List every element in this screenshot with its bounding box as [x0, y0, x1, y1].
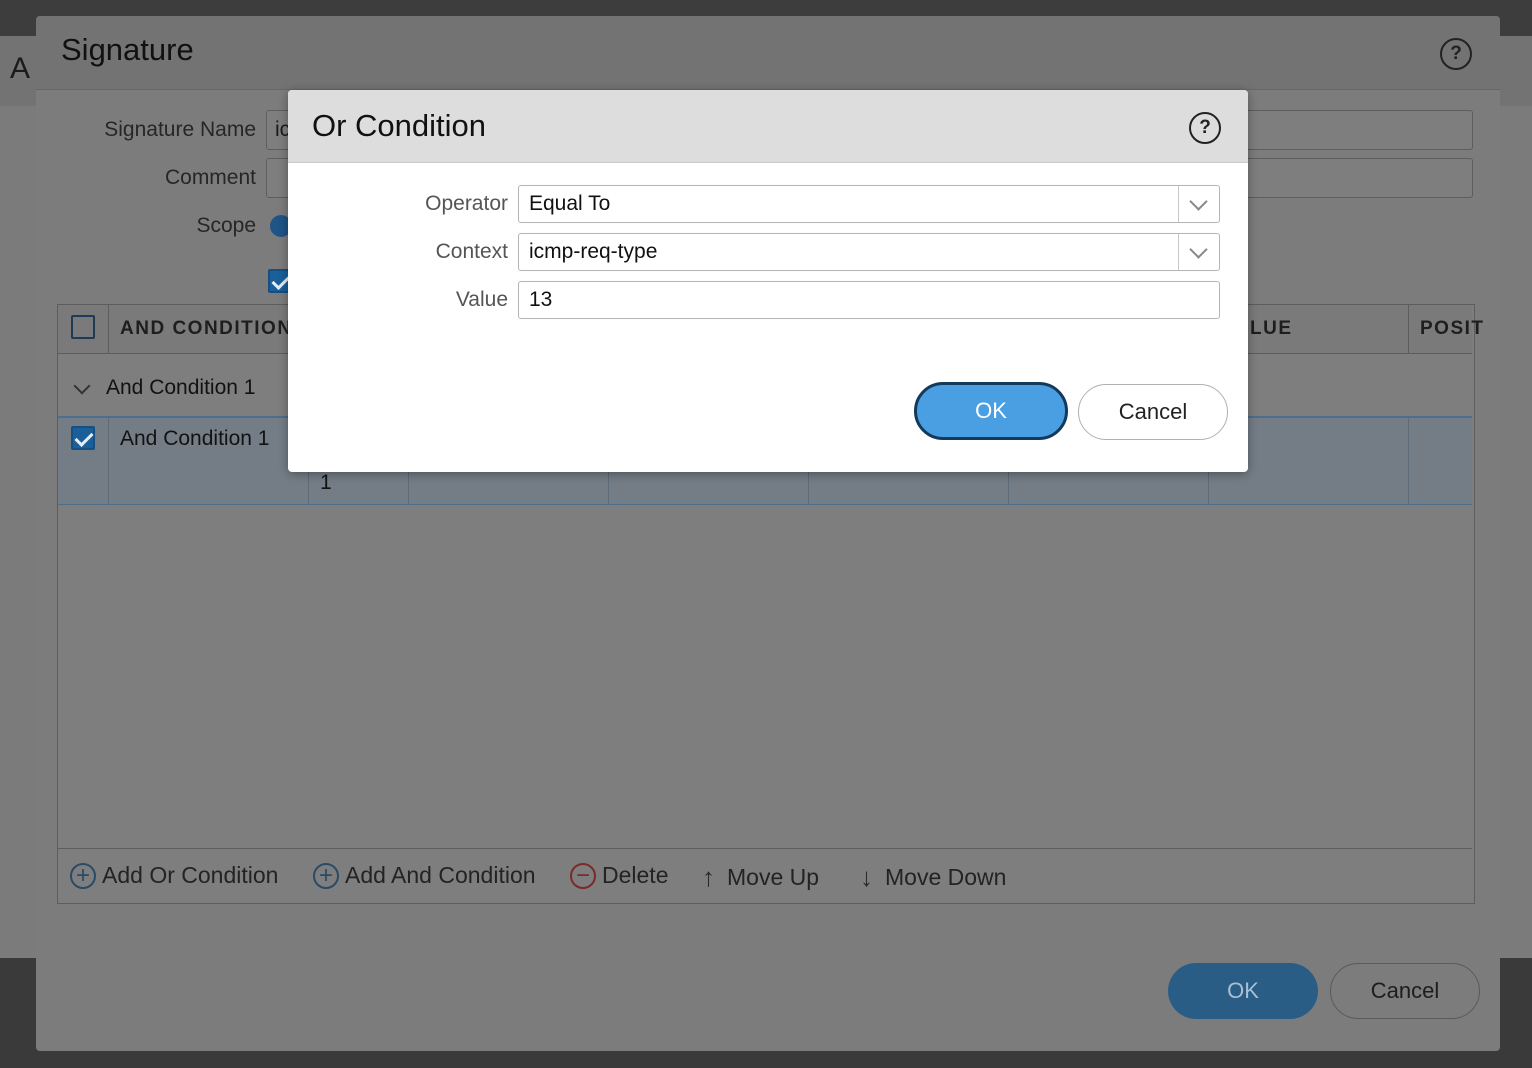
add-or-condition-button[interactable]: + Add Or Condition [70, 862, 278, 889]
group-row-label: And Condition 1 [106, 376, 256, 399]
column-header-and-condition[interactable]: AND CONDITION [120, 318, 293, 340]
comment-field-right[interactable] [1248, 158, 1473, 198]
value-label: Value [455, 288, 508, 311]
value-field-text: 13 [529, 288, 553, 311]
row-condition-name: And Condition 1 [120, 427, 270, 450]
signature-cancel-button[interactable]: Cancel [1330, 963, 1480, 1019]
column-divider [1408, 418, 1409, 504]
column-divider [608, 470, 609, 504]
or-condition-cancel-button[interactable]: Cancel [1078, 384, 1228, 440]
select-all-checkbox[interactable] [71, 315, 95, 339]
scope-label: Scope [196, 214, 256, 237]
comment-label: Comment [164, 166, 256, 189]
column-divider [108, 305, 109, 353]
signature-dialog-header [36, 16, 1500, 90]
column-divider [108, 418, 109, 504]
add-and-condition-button[interactable]: + Add And Condition [313, 862, 536, 889]
move-up-button[interactable]: ↑ Move Up [702, 862, 819, 893]
or-condition-dialog: Or Condition ? Operator Equal To Context… [288, 90, 1248, 472]
or-condition-title: Or Condition [312, 108, 487, 143]
operator-select[interactable]: Equal To [518, 185, 1220, 223]
operator-label: Operator [425, 192, 508, 215]
context-value: icmp-req-type [529, 240, 658, 263]
arrow-up-icon: ↑ [702, 862, 715, 892]
add-and-condition-label: Add And Condition [345, 862, 536, 888]
plus-circle-icon: + [70, 862, 96, 889]
help-icon[interactable]: ? [1440, 38, 1472, 70]
signature-name-label: Signature Name [104, 118, 256, 141]
column-divider [408, 470, 409, 504]
delete-label: Delete [602, 862, 669, 888]
move-down-label: Move Down [885, 864, 1007, 890]
signature-dialog-title: Signature [61, 32, 194, 67]
plus-circle-icon: + [313, 862, 339, 889]
move-down-button[interactable]: ↓ Move Down [860, 862, 1006, 893]
add-or-condition-label: Add Or Condition [102, 862, 279, 888]
delete-button[interactable]: − Delete [570, 862, 668, 889]
chevron-down-icon[interactable] [1178, 234, 1219, 270]
column-header-value[interactable]: LUE [1250, 318, 1293, 340]
context-label: Context [435, 240, 508, 263]
column-divider [1008, 470, 1009, 504]
help-icon[interactable]: ? [1189, 112, 1221, 144]
operator-value: Equal To [529, 192, 611, 215]
move-up-label: Move Up [727, 864, 820, 890]
chevron-down-icon[interactable] [1178, 186, 1219, 222]
row-checkbox[interactable] [71, 426, 95, 450]
or-condition-ok-button[interactable]: OK [914, 382, 1068, 440]
column-divider [1408, 305, 1409, 353]
row-condition-number: 1 [320, 471, 332, 494]
signature-name-field-right[interactable] [1248, 110, 1473, 150]
signature-ok-button[interactable]: OK [1168, 963, 1318, 1019]
column-divider [808, 470, 809, 504]
context-select[interactable]: icmp-req-type [518, 233, 1220, 271]
background-app-title: A [10, 52, 31, 85]
arrow-down-icon: ↓ [860, 862, 873, 892]
minus-circle-icon: − [570, 862, 596, 889]
column-header-position[interactable]: POSIT [1420, 318, 1485, 340]
value-field[interactable]: 13 [518, 281, 1220, 319]
